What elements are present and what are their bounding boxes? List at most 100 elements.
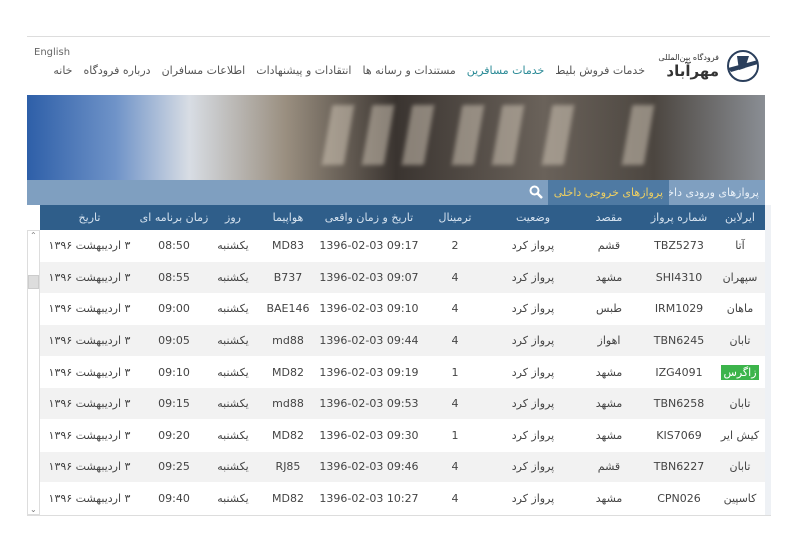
table-cell: 4	[419, 324, 491, 357]
menu-item[interactable]: خانه	[53, 64, 72, 77]
cell-text: 09:53 1396-02-03	[319, 397, 419, 411]
menu-item[interactable]: انتقادات و پیشنهادات	[256, 64, 351, 77]
column-header[interactable]: زمان برنامه ای	[139, 205, 209, 230]
cell-text: 4	[451, 334, 459, 348]
cell-text: 09:44 1396-02-03	[319, 334, 419, 348]
site-header: English فرودگاه بین‌المللی مهرآباد خانه د…	[27, 40, 765, 94]
column-header[interactable]: روز	[209, 205, 257, 230]
table-cell: کاسپین	[715, 482, 765, 515]
logo[interactable]: فرودگاه بین‌المللی مهرآباد	[658, 48, 761, 84]
table-row[interactable]: کاسپین CPN026 مشهد پرواز کرد 4 10:27 1396-02-…	[40, 482, 765, 515]
table-row[interactable]: تابان TBN6258 مشهد پرواز کرد 4 09:53 1396-02-…	[40, 387, 765, 421]
cell-text: B737	[273, 270, 303, 284]
main-menu: خانه درباره فرودگاه اطلاعات مسافران انتقادا…	[53, 64, 645, 77]
menu-item[interactable]: درباره فرودگاه	[83, 64, 150, 77]
table-cell: یکشنبه	[209, 356, 257, 389]
table-cell: تابان	[715, 451, 765, 484]
table-cell: 09:10	[139, 356, 209, 389]
cell-text: یکشنبه	[217, 302, 249, 316]
column-header[interactable]: ترمینال	[419, 205, 491, 230]
search-icon[interactable]	[529, 185, 543, 199]
tab-domestic-departures[interactable]: پروازهای خروجی داخلی	[547, 180, 669, 205]
cell-text: TBN6245	[653, 334, 705, 348]
cell-text: ۳ اردیبهشت ۱۳۹۶	[48, 302, 131, 316]
cell-text: اهواز	[597, 334, 621, 348]
table-cell: 09:46 1396-02-03	[319, 451, 419, 484]
column-header[interactable]: تاریخ	[40, 205, 139, 230]
table-row[interactable]: کیش ایر KIS7069 مشهد پرواز کرد 1 09:30 1396-0…	[40, 419, 765, 452]
cell-text: ماهان	[726, 302, 754, 316]
cell-text: طبس	[595, 302, 623, 316]
column-header[interactable]: ایرلاین	[715, 205, 765, 230]
table-row[interactable]: ماهان IRM1029 طبس پرواز کرد 4 09:10 1396-02-0…	[40, 293, 765, 326]
column-header[interactable]: هواپیما	[257, 205, 319, 230]
cell-text: 4	[451, 397, 459, 411]
cell-text: یکشنبه	[217, 270, 249, 284]
table-cell: قشم	[575, 230, 643, 263]
table-cell: زاگرس	[715, 356, 765, 389]
cell-text: ۳ اردیبهشت ۱۳۹۶	[48, 460, 131, 474]
table-row[interactable]: زاگرس IZG4091 مشهد پرواز کرد 1 09:19 1396-02-…	[40, 356, 765, 389]
table-row[interactable]: تابان TBN6227 قشم پرواز کرد 4 09:46 1396-02-0…	[40, 451, 765, 484]
table-cell: MD82	[257, 419, 319, 452]
table-row[interactable]: آتا TBZ5273 قشم پرواز کرد 2 09:17 1396-02-03 M…	[40, 230, 765, 263]
cell-text: 08:55	[158, 270, 190, 284]
column-header[interactable]: وضعیت	[491, 205, 575, 230]
cell-text: یکشنبه	[217, 365, 249, 379]
cell-text: پرواز کرد	[511, 334, 555, 348]
table-cell: 09:05	[139, 324, 209, 357]
hero-banner	[27, 95, 765, 180]
cell-text: ۳ اردیبهشت ۱۳۹۶	[48, 239, 131, 253]
english-link[interactable]: English	[34, 47, 70, 58]
scroll-up-icon[interactable]: ⌃	[30, 231, 37, 240]
cell-text: MD82	[272, 365, 304, 379]
cell-text: یکشنبه	[217, 460, 249, 474]
cell-text: پرواز کرد	[511, 302, 555, 316]
menu-item[interactable]: خدمات مسافرین	[467, 64, 545, 77]
table-cell: 4	[419, 293, 491, 326]
menu-item[interactable]: خدمات فروش بلیط	[555, 64, 645, 77]
cell-text: 09:07 1396-02-03	[319, 270, 419, 284]
table-cell: آتا	[715, 230, 765, 263]
cell-text: 4	[451, 270, 459, 284]
cell-text: 10:27 1396-02-03	[319, 492, 419, 506]
cell-text: 09:00	[158, 302, 190, 316]
column-header[interactable]: مقصد	[575, 205, 643, 230]
cell-text: KIS7069	[656, 428, 702, 442]
cell-text: مشهد	[595, 428, 623, 442]
table-cell: تابان	[715, 324, 765, 357]
scrollbar-thumb[interactable]	[28, 275, 39, 289]
cell-text: مشهد	[595, 397, 623, 411]
scrollbar[interactable]: ⌃ ⌄	[27, 230, 40, 515]
table-cell: مشهد	[575, 356, 643, 389]
column-header[interactable]: تاریخ و زمان واقعی	[319, 205, 419, 230]
table-cell: 1	[419, 419, 491, 452]
table-cell: 09:17 1396-02-03	[319, 230, 419, 263]
table-row[interactable]: تابان TBN6245 اهواز پرواز کرد 4 09:44 1396-02…	[40, 324, 765, 357]
column-header[interactable]: شماره پرواز	[643, 205, 715, 230]
cell-text: ۳ اردیبهشت ۱۳۹۶	[48, 270, 131, 284]
table-cell: مشهد	[575, 419, 643, 452]
table-cell: یکشنبه	[209, 293, 257, 326]
menu-item[interactable]: مستندات و رسانه ها	[362, 64, 455, 77]
table-cell: ۳ اردیبهشت ۱۳۹۶	[40, 419, 139, 452]
table-row[interactable]: سپهران SHI4310 مشهد پرواز کرد 4 09:07 1396-02…	[40, 261, 765, 294]
table-cell: پرواز کرد	[491, 387, 575, 421]
table-cell: یکشنبه	[209, 324, 257, 357]
cell-text: 09:25	[158, 460, 190, 474]
table-cell: B737	[257, 261, 319, 294]
cell-text: پرواز کرد	[511, 270, 555, 284]
scroll-down-icon[interactable]: ⌄	[30, 505, 37, 514]
airport-logo-icon	[727, 50, 759, 82]
table-cell: پرواز کرد	[491, 356, 575, 389]
table-cell: مشهد	[575, 482, 643, 515]
table-cell: TBN6245	[643, 324, 715, 357]
table-cell: 08:50	[139, 230, 209, 263]
table-cell: TBN6258	[643, 387, 715, 421]
cell-text: کاسپین	[723, 492, 757, 506]
cell-text: ۳ اردیبهشت ۱۳۹۶	[48, 397, 131, 411]
table-cell: BAE146	[257, 293, 319, 326]
cell-text: md88	[272, 397, 304, 411]
menu-item[interactable]: اطلاعات مسافران	[162, 64, 246, 77]
cell-text: پرواز کرد	[511, 460, 555, 474]
